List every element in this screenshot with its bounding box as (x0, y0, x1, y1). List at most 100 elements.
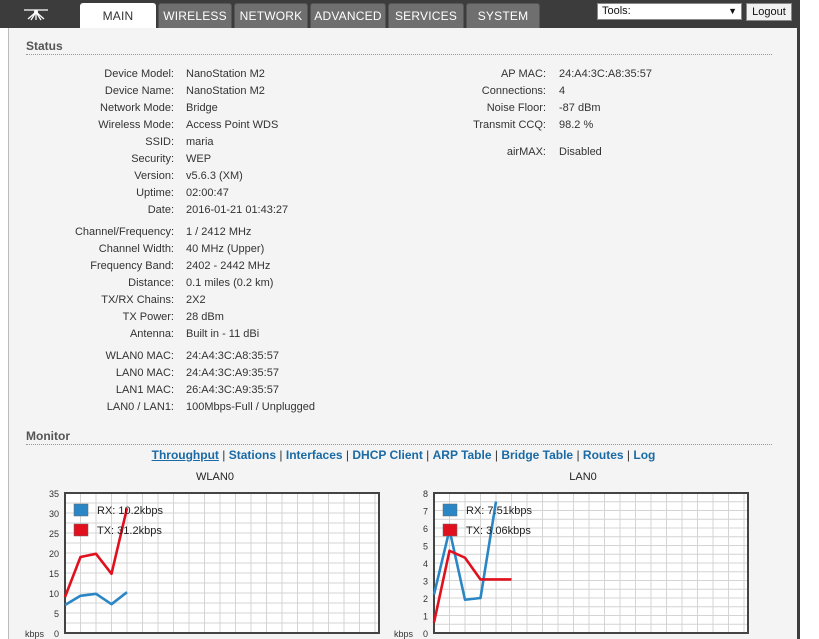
uptime-label: Uptime: (136, 187, 174, 199)
lan0-mac-label: LAN0 MAC: (115, 367, 174, 379)
wireless-mode-label: Wireless Mode: (98, 119, 174, 131)
version-value: v5.6.3 (XM) (186, 170, 243, 182)
wlan0-mac-label: WLAN0 MAC: (105, 350, 174, 362)
status-divider (26, 54, 772, 55)
wireless-mode-value: Access Point WDS (186, 119, 279, 131)
tx-power-value: 28 dBm (186, 311, 224, 323)
legend-entry: RX: 10.2kbps (97, 505, 164, 517)
network-mode-value: Bridge (186, 102, 218, 114)
wlan0-chart-title: WLAN0 (196, 471, 234, 483)
monitor-links: Throughput | Stations | Interfaces | DHC… (9, 448, 798, 462)
page-right-edge (797, 0, 819, 639)
y-tick-label: 20 (49, 549, 59, 559)
security-value: WEP (186, 153, 212, 165)
link-separator: | (342, 448, 353, 462)
link-separator: | (491, 448, 502, 462)
airmax-label: airMAX: (506, 146, 546, 158)
monitor-link-interfaces[interactable]: Interfaces (286, 448, 343, 462)
tools-dropdown[interactable]: Tools: ▼ (597, 3, 742, 20)
y-tick-label: 35 (49, 489, 59, 499)
ap-mac-label: AP MAC: (500, 68, 546, 80)
monitor-divider (26, 444, 772, 445)
legend-entry: TX: 31.2kbps (97, 525, 162, 537)
network-mode-label: Network Mode: (100, 102, 174, 114)
antenna-value: Built in - 11 dBi (186, 328, 260, 340)
y-axis-label: kbps (394, 629, 414, 639)
y-axis-label: kbps (25, 629, 45, 639)
main-panel: Status Device Model: NanoStation M2 Device… (8, 28, 797, 639)
monitor-link-stations[interactable]: Stations (229, 448, 276, 462)
y-tick-label: 6 (423, 524, 428, 534)
noise-floor-label: Noise Floor: (486, 102, 546, 114)
dropdown-arrow-icon: ▼ (728, 6, 737, 16)
device-name-value: NanoStation M2 (186, 85, 265, 97)
connections-label: Connections: (481, 85, 546, 97)
noise-floor-value: -87 dBm (559, 102, 601, 114)
tx-rx-chains-value: 2X2 (186, 294, 206, 306)
wlan0-throughput-chart: 0 5 10 15 20 25 30 35 kbps RX: 10.2kbps TX: 31.2kb… (25, 489, 380, 639)
y-tick-label: 3 (423, 577, 428, 587)
monitor-link-routes[interactable]: Routes (583, 448, 624, 462)
tab-services[interactable]: SERVICES (388, 3, 464, 28)
y-tick-label: 5 (54, 609, 59, 619)
lan1-mac-label: LAN1 MAC: (115, 384, 174, 396)
device-model-label: Device Model: (104, 68, 174, 80)
legend-swatch (73, 503, 89, 517)
tx-rx-chains-label: TX/RX Chains: (101, 294, 174, 306)
airmax-value: Disabled (559, 146, 602, 158)
security-label: Security: (131, 153, 174, 165)
y-tick-label: 2 (423, 594, 428, 604)
y-tick-label: 8 (423, 489, 428, 499)
tab-network[interactable]: NETWORK (234, 3, 308, 28)
legend-swatch (442, 503, 458, 517)
top-navigation-bar: MAIN WIRELESS NETWORK ADVANCED SERVICES … (0, 0, 797, 29)
y-tick-label: 0 (423, 629, 428, 639)
logout-button[interactable]: Logout (746, 3, 792, 21)
channel-width-label: Channel Width: (98, 243, 174, 255)
y-tick-label: 25 (49, 529, 59, 539)
monitor-link-log[interactable]: Log (633, 448, 655, 462)
legend-entry: RX: 7.51kbps (466, 505, 533, 517)
lan1-mac-value: 26:A4:3C:A9:35:57 (186, 384, 279, 396)
version-label: Version: (134, 170, 174, 182)
link-separator: | (623, 448, 634, 462)
antenna-label: Antenna: (129, 328, 174, 340)
date-label: Date: (147, 204, 174, 216)
monitor-link-arp-table[interactable]: ARP Table (433, 448, 492, 462)
y-tick-label: 15 (49, 569, 59, 579)
status-section-title: Status (26, 39, 63, 53)
monitor-link-bridge-table[interactable]: Bridge Table (501, 448, 573, 462)
transmit-ccq-value: 98.2 % (559, 119, 594, 131)
device-name-label: Device Name: (104, 85, 174, 97)
tx-power-label: TX Power: (122, 311, 174, 323)
distance-value: 0.1 miles (0.2 km) (186, 277, 274, 289)
link-separator: | (218, 448, 229, 462)
y-tick-label: 1 (423, 612, 428, 622)
monitor-link-dhcp-client[interactable]: DHCP Client (352, 448, 422, 462)
y-tick-label: 10 (49, 589, 59, 599)
y-tick-label: 30 (49, 509, 59, 519)
tab-main[interactable]: MAIN (80, 3, 156, 29)
legend-swatch (442, 523, 458, 537)
ssid-value: maria (186, 136, 214, 148)
y-tick-label: 4 (423, 559, 428, 569)
tools-dropdown-value: Tools: (602, 5, 631, 17)
uptime-value: 02:00:47 (186, 187, 229, 199)
y-tick-label: 5 (423, 542, 428, 552)
lan0-throughput-chart: 0 1 2 3 4 5 6 7 8 kbps RX: 7.51kbps TX: 3.06kbps (394, 489, 749, 639)
connections-value: 4 (559, 85, 566, 97)
monitor-section-title: Monitor (26, 429, 70, 443)
lan0-mac-value: 24:A4:3C:A9:35:57 (186, 367, 279, 379)
channel-frequency-value: 1 / 2412 MHz (186, 226, 252, 238)
ap-mac-value: 24:A4:3C:A8:35:57 (559, 68, 652, 80)
legend-swatch (73, 523, 89, 537)
y-tick-label: 0 (54, 629, 59, 639)
monitor-link-throughput[interactable]: Throughput (152, 448, 219, 462)
tab-advanced[interactable]: ADVANCED (310, 3, 386, 28)
frequency-band-label: Frequency Band: (90, 260, 174, 272)
wlan0-mac-value: 24:A4:3C:A8:35:57 (186, 350, 279, 362)
tab-wireless[interactable]: WIRELESS (158, 3, 232, 28)
y-tick-label: 7 (423, 507, 428, 517)
tab-system[interactable]: SYSTEM (466, 3, 540, 28)
lan0-lan1-label: LAN0 / LAN1: (106, 401, 174, 413)
